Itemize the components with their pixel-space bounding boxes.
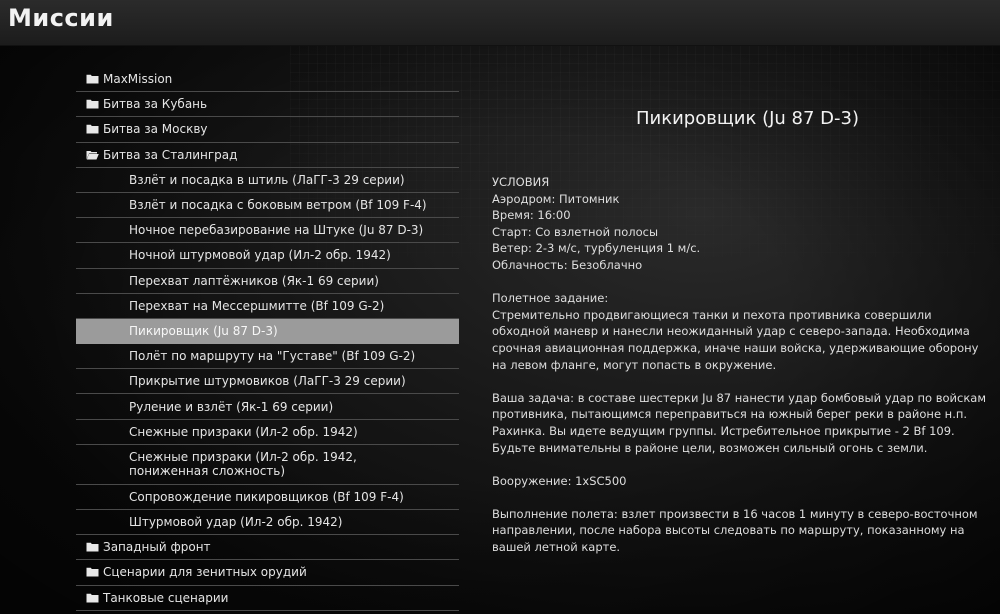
mission-item-label: Снежные призраки (Ил-2 обр. 1942)	[129, 424, 358, 439]
mission-item-label: Штурмовой удар (Ил-2 обр. 1942)	[129, 515, 343, 530]
folder-icon	[86, 125, 99, 134]
folder-icon	[86, 593, 99, 603]
tree-folder[interactable]: Западный фронт	[76, 535, 459, 561]
tree-folder-label: Битва за Кубань	[103, 97, 208, 112]
condition-line: Старт: Со взлетной полосы	[492, 224, 659, 239]
mission-item[interactable]: Взлёт и посадка в штиль (ЛаГГ-3 29 серии…	[76, 168, 459, 193]
tree-folder[interactable]: Битва за Москву	[76, 117, 459, 143]
mission-item-label: Сопровождение пикировщиков (Bf 109 F-4)	[129, 489, 404, 504]
mission-item-label: Полёт по маршруту на "Густаве" (Bf 109 G…	[129, 349, 416, 364]
mission-item[interactable]: Снежные призраки (Ил-2 обр. 1942)	[76, 420, 459, 445]
mission-item[interactable]: Штурмовой удар (Ил-2 обр. 1942)	[76, 510, 459, 536]
page-title: Миссии	[8, 4, 114, 32]
mission-item-label: Снежные призраки (Ил-2 обр. 1942, пониже…	[129, 450, 357, 479]
condition-line: Время: 16:00	[492, 208, 571, 223]
mission-item[interactable]: Перехват лаптёжников (Як-1 69 серии)	[76, 269, 459, 294]
mission-item-label: Взлёт и посадка с боковым ветром (Bf 109…	[129, 198, 427, 213]
mission-item[interactable]: Сопровождение пикировщиков (Bf 109 F-4)	[76, 485, 459, 510]
mission-conditions: УСЛОВИЯ Аэродром: Питомник Время: 16:00 Ста…	[492, 174, 992, 274]
mission-item[interactable]: Снежные призраки (Ил-2 обр. 1942, пониже…	[76, 445, 459, 485]
mission-item-label: Перехват лаптёжников (Як-1 69 серии)	[129, 273, 379, 288]
folder-icon	[86, 74, 99, 84]
tree-folder[interactable]: Битва за Сталинград	[76, 143, 459, 168]
condition-line: Облачность: Безоблачно	[492, 257, 643, 272]
tree-folder-label: Танковые сценарии	[103, 590, 229, 605]
description-paragraph: Ваша задача: в составе шестерки Ju 87 на…	[492, 390, 986, 455]
mission-description: УСЛОВИЯ Аэродром: Питомник Время: 16:00 Ста…	[492, 174, 992, 572]
condition-line: Ветер: 2-3 м/с, турбуленция 1 м/с.	[492, 241, 701, 256]
description-paragraph: Выполнение полета: взлет произвести в 16…	[492, 506, 978, 555]
mission-item[interactable]: Взлёт и посадка с боковым ветром (Bf 109…	[76, 193, 459, 219]
mission-item-label: Ночной штурмовой удар (Ил-2 обр. 1942)	[129, 248, 391, 263]
mission-item[interactable]: Полёт по маршруту на "Густаве" (Bf 109 G…	[76, 344, 459, 370]
mission-item-selected[interactable]: Пикировщик (Ju 87 D-3)	[76, 318, 459, 345]
tree-folder-label: Битва за Москву	[103, 122, 208, 137]
condition-line: Аэродром: Питомник	[492, 191, 620, 206]
mission-title: Пикировщик (Ju 87 D-3)	[636, 108, 860, 129]
mission-item-label: Ночное перебазирование на Штуке (Ju 87 D…	[129, 223, 424, 238]
tree-folder-label: Битва за Сталинград	[103, 147, 238, 162]
description-paragraph: Полетное задание: Стремительно продвигаю…	[492, 291, 979, 372]
mission-tree: MaxMission Битва за Кубань Битва за Москву…	[76, 67, 459, 611]
tree-folder[interactable]: MaxMission	[76, 67, 459, 93]
mission-item-label: Руление и взлёт (Як-1 69 серии)	[129, 399, 334, 414]
title-bar: Миссии	[0, 0, 1000, 46]
folder-icon	[86, 100, 99, 109]
missions-screen: Миссии MaxMission Битва за Кубань Битва за…	[0, 0, 1000, 614]
tree-folder-label: Сценарии для зенитных орудий	[103, 565, 307, 580]
tree-folder[interactable]: Танковые сценарии	[76, 586, 459, 611]
mission-item-label: Прикрытие штурмовиков (ЛаГГ-3 29 серии)	[129, 374, 406, 389]
description-paragraph: Вооружение: 1xSC500	[492, 473, 627, 488]
folder-icon	[86, 568, 99, 577]
folder-open-icon	[86, 150, 99, 160]
mission-item[interactable]: Ночной штурмовой удар (Ил-2 обр. 1942)	[76, 243, 459, 269]
mission-item-label: Взлёт и посадка в штиль (ЛаГГ-3 29 серии…	[129, 172, 405, 187]
folder-icon	[86, 543, 99, 552]
tree-folder-label: MaxMission	[103, 72, 173, 87]
tree-folder[interactable]: Сценарии для зенитных орудий	[76, 560, 459, 586]
mission-item[interactable]: Руление и взлёт (Як-1 69 серии)	[76, 394, 459, 420]
mission-item-label: Перехват на Мессершмитте (Bf 109 G-2)	[129, 298, 385, 313]
tree-folder[interactable]: Битва за Кубань	[76, 92, 459, 118]
mission-item[interactable]: Перехват на Мессершмитте (Bf 109 G-2)	[76, 294, 459, 319]
tree-folder-label: Западный фронт	[103, 540, 211, 555]
mission-item[interactable]: Ночное перебазирование на Штуке (Ju 87 D…	[76, 218, 459, 244]
mission-item-label: Пикировщик (Ju 87 D-3)	[129, 323, 278, 338]
mission-item[interactable]: Прикрытие штурмовиков (ЛаГГ-3 29 серии)	[76, 369, 459, 395]
conditions-heading: УСЛОВИЯ	[492, 175, 550, 189]
